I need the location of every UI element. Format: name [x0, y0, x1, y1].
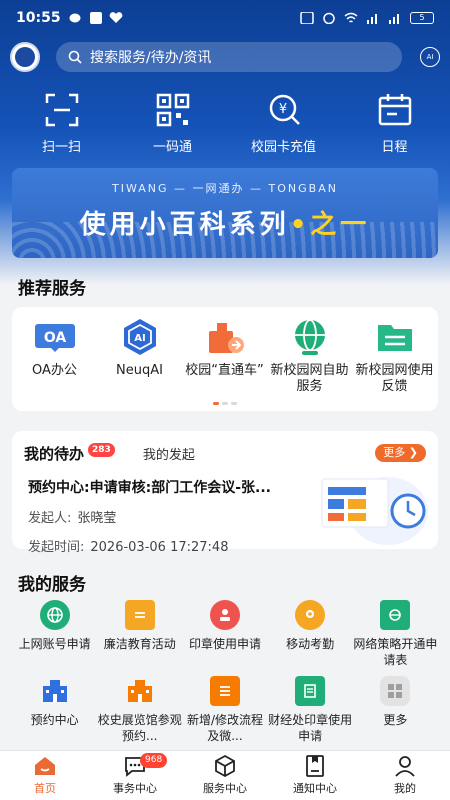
carousel-dots: [12, 402, 438, 405]
bottom-tab-bar: 首页 968 事务中心 服务中心 通知中心 我的: [0, 750, 450, 800]
banner-title: 使用小百科系列•之一: [79, 210, 371, 240]
quick-scan[interactable]: 扫一扫: [6, 92, 117, 155]
notice-icon: [306, 755, 324, 777]
svc-workflow-change[interactable]: 新增/修改流程及微...: [182, 676, 267, 752]
svc-more[interactable]: 更多: [353, 676, 438, 752]
ai-icon: AI: [118, 317, 162, 357]
alarm-icon: [323, 12, 335, 24]
svc-seal-application[interactable]: 印章使用申请: [182, 600, 267, 676]
rec-campus-network[interactable]: 新校园网自助服务: [267, 317, 352, 395]
stamp-icon: [209, 600, 240, 630]
todo-initiator: 张晓莹: [77, 511, 117, 526]
qr-code-icon: [156, 93, 189, 127]
svc-integrity-education[interactable]: 廉洁教育活动: [97, 600, 182, 676]
signal-2-icon: [389, 14, 399, 24]
todo-card: 我的待办 283 我的发起 更多 ❯ 预约中心:申请审核:部门工作会议-张... …: [12, 431, 438, 555]
tab-affairs[interactable]: 968 事务中心: [90, 751, 180, 800]
quick-qrcode[interactable]: 一码通: [117, 92, 228, 155]
tab-my-todo[interactable]: 我的待办 283: [24, 442, 115, 464]
wifi-icon: [344, 12, 358, 23]
user-icon: [395, 756, 415, 777]
todo-item-title: 预约中心:申请审核:部门工作会议-张...: [28, 480, 271, 496]
svg-text:AI: AI: [134, 333, 145, 344]
tab-home[interactable]: 首页: [0, 751, 90, 800]
quick-card-recharge[interactable]: ¥ 校园卡充值: [228, 92, 339, 155]
my-services-grid: 上网账号申请 廉洁教育活动 印章使用申请 移动考勤 网络策略开通申请表 预约中心…: [12, 600, 438, 752]
recommended-card: OA OA办公 AI NeuqAI 校园“直通车” 新校园网自助服务 新校园网使…: [12, 307, 438, 411]
svg-text:¥: ¥: [278, 102, 286, 117]
shuttle-icon: [203, 317, 247, 357]
globe-icon: [288, 317, 332, 357]
todo-item[interactable]: 预约中心:申请审核:部门工作会议-张... 发起人: 张晓莹 发起时间: 2026-…: [12, 465, 438, 565]
svc-history-museum[interactable]: 校史展览馆参观预约...: [97, 676, 182, 752]
oa-icon: OA: [33, 317, 77, 357]
home-icon: [35, 757, 55, 775]
globe-icon: [39, 600, 70, 630]
grid-icon: [380, 676, 411, 706]
tab-service-center[interactable]: 服务中心: [180, 751, 270, 800]
my-services-title: 我的服务: [18, 575, 86, 595]
rec-shuttle[interactable]: 校园“直通车”: [182, 317, 267, 395]
cube-icon: [215, 754, 235, 778]
list-icon: [209, 676, 240, 706]
rec-network-feedback[interactable]: 新校园网使用反馈: [352, 317, 437, 395]
bluetooth-app-icon: [89, 12, 102, 24]
building-icon: [40, 676, 70, 706]
book-globe-icon: [380, 600, 411, 630]
building-icon: [125, 676, 155, 706]
affairs-badge: 968: [140, 753, 168, 768]
svc-finance-seal[interactable]: 财经处印章使用申请: [268, 676, 353, 752]
svc-net-account[interactable]: 上网账号申请: [12, 600, 97, 676]
svc-reservation-center[interactable]: 预约中心: [12, 676, 97, 752]
heart-app-icon: [109, 12, 122, 23]
location-icon: [295, 600, 326, 630]
tab-notice-center[interactable]: 通知中心: [270, 751, 360, 800]
scan-icon: [45, 93, 78, 127]
battery-icon: 5: [410, 12, 434, 24]
svc-network-policy[interactable]: 网络策略开通申请表: [353, 600, 438, 676]
quick-actions: 扫一扫 一码通 ¥ 校园卡充值 日程: [0, 92, 450, 155]
rec-oa[interactable]: OA OA办公: [12, 317, 97, 395]
svg-text:OA: OA: [43, 330, 66, 346]
banner-subtitle: TIWANG — 一网通办 — TONGBAN: [112, 182, 338, 195]
ai-assistant-icon[interactable]: AI: [420, 47, 440, 67]
todo-more-button[interactable]: 更多 ❯: [375, 444, 426, 462]
signal-icon: [367, 14, 377, 24]
todo-time: 2026-03-06 17:27:48: [90, 540, 229, 555]
recommended-title: 推荐服务: [18, 279, 86, 299]
rec-neuqai[interactable]: AI NeuqAI: [97, 317, 182, 395]
search-input[interactable]: 搜索服务/待办/资讯: [56, 42, 402, 72]
calendar-icon: [378, 94, 411, 126]
tab-my-initiated[interactable]: 我的发起: [143, 444, 195, 463]
folder-list-icon: [373, 317, 417, 357]
todo-illustration: [321, 477, 428, 545]
tab-mine[interactable]: 我的: [360, 751, 450, 800]
university-logo: [10, 42, 40, 72]
search-icon: [68, 50, 82, 64]
search-placeholder: 搜索服务/待办/资讯: [90, 50, 212, 66]
promo-banner[interactable]: TIWANG — 一网通办 — TONGBAN 使用小百科系列•之一: [12, 168, 438, 258]
quick-schedule[interactable]: 日程: [339, 92, 450, 155]
svc-mobile-attendance[interactable]: 移动考勤: [268, 600, 353, 676]
wechat-icon: [69, 13, 81, 23]
book-icon: [124, 600, 155, 630]
top-bar: 搜索服务/待办/资讯 AI: [0, 40, 450, 74]
document-icon: [295, 676, 326, 706]
status-bar: 10:55 5: [0, 0, 450, 36]
status-time: 10:55: [16, 10, 61, 26]
todo-count-badge: 283: [88, 442, 115, 457]
yuan-card-icon: ¥: [269, 94, 300, 125]
nfc-icon: [300, 12, 314, 24]
